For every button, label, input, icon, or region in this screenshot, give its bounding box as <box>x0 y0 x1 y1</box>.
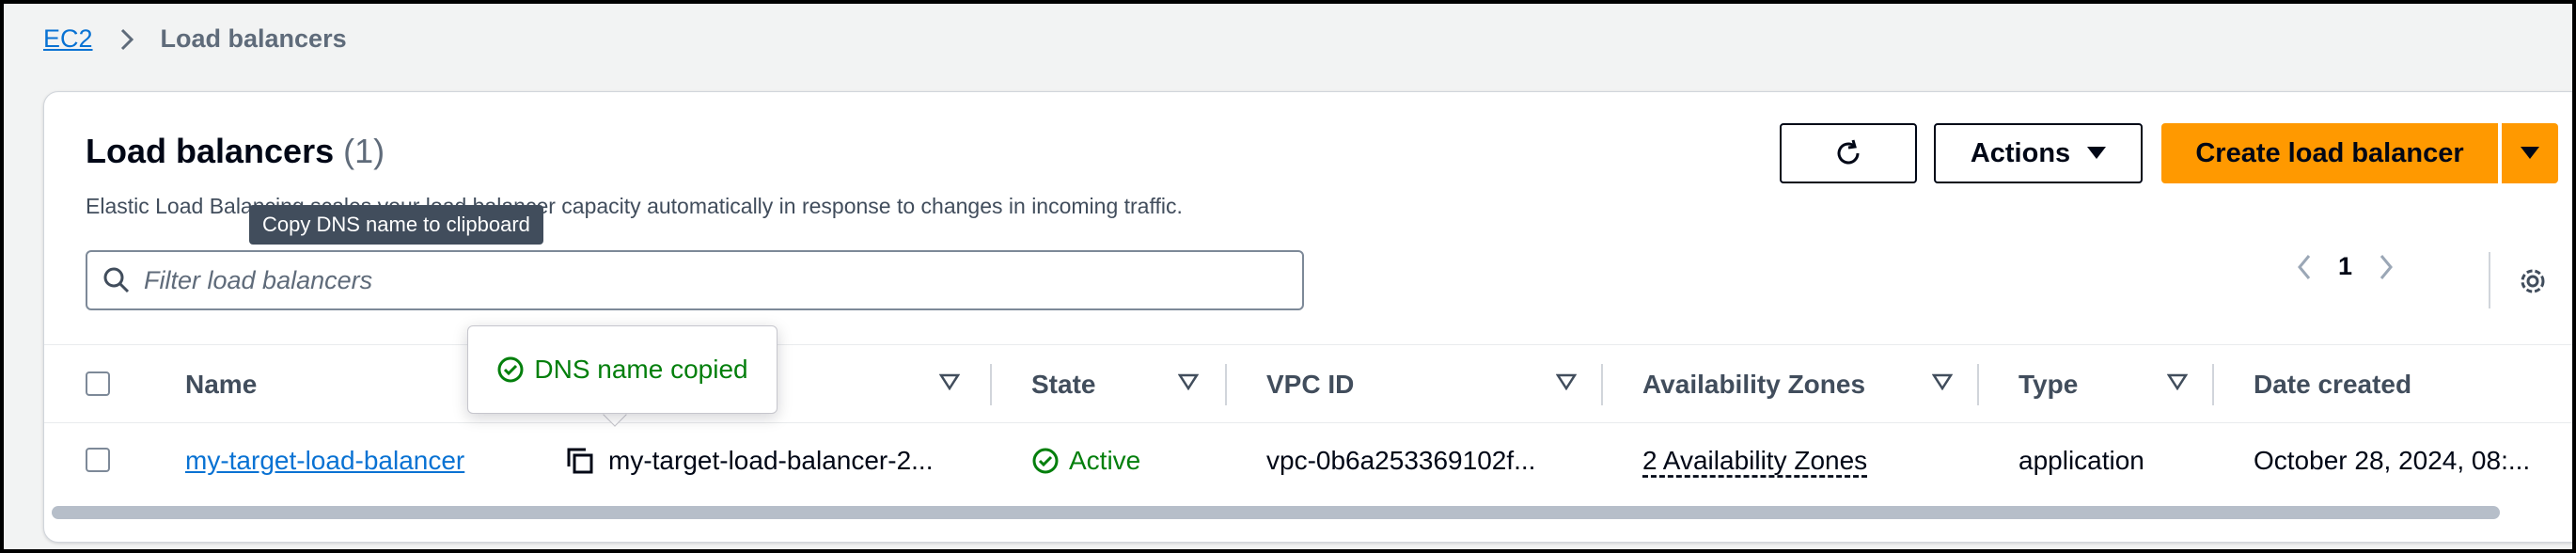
sort-icon[interactable] <box>1556 373 1577 390</box>
item-count: (1) <box>343 132 385 170</box>
breadcrumb-ec2-link[interactable]: EC2 <box>43 24 93 54</box>
sort-icon[interactable] <box>2167 373 2188 390</box>
copy-dns-tooltip: Copy DNS name to clipboard <box>249 205 543 245</box>
column-divider <box>2212 364 2214 405</box>
column-header-vpc-id[interactable]: VPC ID <box>1266 345 1354 424</box>
actions-label: Actions <box>1970 137 2071 168</box>
cell-date-created: October 28, 2024, 08:... <box>2254 446 2531 475</box>
page-title: Load balancers (1) <box>86 132 385 171</box>
sort-icon[interactable] <box>939 373 960 390</box>
check-circle-icon <box>497 356 524 383</box>
column-divider <box>1977 364 1979 405</box>
chevron-right-icon[interactable] <box>2379 254 2394 280</box>
dns-name-value: my-target-load-balancer-2... <box>608 446 934 475</box>
table-header: Name State VPC ID Availability Zones Typ… <box>44 344 2572 423</box>
popover-text: DNS name copied <box>534 355 748 384</box>
chevron-left-icon[interactable] <box>2297 254 2312 280</box>
dns-copied-popover: DNS name copied <box>467 325 778 414</box>
pagination-divider <box>2489 252 2490 308</box>
horizontal-scrollbar[interactable] <box>52 506 2500 519</box>
column-header-name[interactable]: Name <box>185 345 257 424</box>
sort-icon[interactable] <box>1178 373 1199 390</box>
cell-vpc-id: vpc-0b6a253369102f... <box>1266 446 1536 475</box>
page-title-text: Load balancers <box>86 132 335 170</box>
refresh-icon <box>1837 139 1860 165</box>
load-balancers-container: Load balancers (1) Elastic Load Balancin… <box>43 91 2572 543</box>
filter-field[interactable] <box>86 250 1304 310</box>
search-icon <box>103 267 130 293</box>
copy-icon[interactable] <box>565 446 595 476</box>
column-divider <box>1225 364 1227 405</box>
breadcrumb: EC2 Load balancers <box>43 24 347 54</box>
refresh-button[interactable] <box>1780 123 1917 183</box>
cell-dns-name: my-target-load-balancer-2... <box>565 423 933 498</box>
create-load-balancer-button[interactable]: Create load balancer <box>2161 123 2498 183</box>
column-header-availability-zones[interactable]: Availability Zones <box>1642 345 1865 424</box>
gear-icon[interactable] <box>2517 265 2549 297</box>
current-page-number[interactable]: 1 <box>2338 252 2352 281</box>
cell-availability-zones: 2 Availability Zones <box>1642 423 1867 498</box>
select-all-checkbox[interactable] <box>86 371 110 396</box>
table-row: my-target-load-balancer my-target-load-b… <box>44 423 2572 498</box>
status-text: Active <box>1069 446 1141 475</box>
status-badge: Active <box>1031 446 1140 476</box>
chevron-right-icon <box>114 26 140 53</box>
create-options-dropdown[interactable] <box>2502 123 2558 183</box>
filter-input[interactable] <box>144 265 1272 295</box>
load-balancer-name-link[interactable]: my-target-load-balancer <box>185 446 464 476</box>
availability-zones-popover-trigger[interactable]: 2 Availability Zones <box>1642 446 1867 476</box>
column-header-date-created[interactable]: Date created <box>2254 345 2411 424</box>
column-divider <box>1601 364 1603 405</box>
column-header-state[interactable]: State <box>1031 345 1095 424</box>
column-header-type[interactable]: Type <box>2018 345 2078 424</box>
breadcrumb-current: Load balancers <box>160 24 347 53</box>
cell-name: my-target-load-balancer <box>185 423 464 498</box>
check-circle-icon <box>1032 448 1059 474</box>
cell-type: application <box>2018 446 2144 475</box>
sort-icon[interactable] <box>1932 373 1953 390</box>
pagination: 1 <box>2297 252 2394 281</box>
app-frame: EC2 Load balancers Load balancers (1) El… <box>4 4 2572 549</box>
actions-dropdown[interactable]: Actions <box>1934 123 2143 183</box>
column-divider <box>990 364 992 405</box>
caret-down-icon <box>2087 147 2107 159</box>
row-select-checkbox[interactable] <box>86 448 110 472</box>
caret-down-icon <box>2521 147 2539 159</box>
cell-state: Active <box>1031 423 1140 498</box>
